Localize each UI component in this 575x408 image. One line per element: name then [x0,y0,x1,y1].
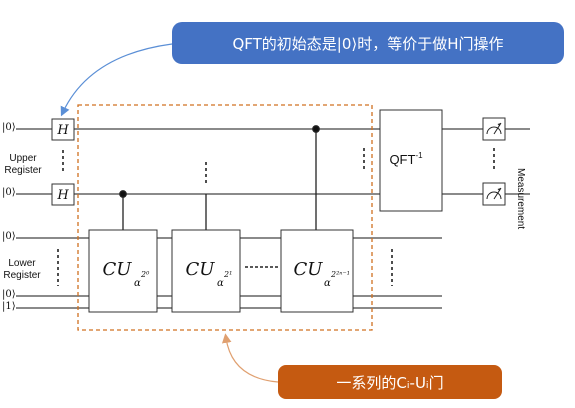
ket-lower-2: |0⟩ [2,289,16,300]
cu-gate-3: CU α 2²ⁿ⁻¹ [280,229,354,313]
cu-gate-1-exp: 2⁰ [140,270,150,279]
cu-gate-1-sub: α [134,278,141,289]
ket-lower-3: |1⟩ [2,301,16,312]
hadamard-gate-2: H [51,183,75,206]
measurement-meter-1 [482,117,506,141]
cu-gate-2-sub: α [217,278,224,289]
cu-gate-2: CU α 2¹ [171,229,241,313]
callout-cu-sequence: 一系列的Cᵢ-Uᵢ门 [278,365,502,399]
lower-register-label: Lower Register [3,258,41,281]
callout-qft-initial-state: QFT的初始态是|0⟩时，等价于做H门操作 [172,22,564,64]
cu-gate-2-exp: 2¹ [223,270,232,279]
ket-upper-2: |0⟩ [2,187,16,198]
control-lines [119,125,320,230]
cu-gate-2-base: CU [186,259,216,280]
inverse-qft-block: QFT-1 [379,109,443,212]
callout-bottom-arrow [221,333,279,383]
cu-gate-1: CU α 2⁰ [88,229,158,313]
measurement-meter-2 [482,182,506,206]
hadamard-gate-1-label: H [56,123,69,138]
ket-upper-1: |0⟩ [2,122,16,133]
cu-gate-3-exp: 2²ⁿ⁻¹ [330,270,350,279]
ket-lower-1: |0⟩ [2,231,16,242]
upper-register-label: Upper Register [4,153,42,176]
callout-top-text: QFT的初始态是|0⟩时，等价于做H门操作 [232,34,504,53]
callout-bottom-text: 一系列的Cᵢ-Uᵢ门 [336,373,444,392]
callout-top-arrow [60,43,173,117]
hadamard-gate-1: H [51,118,75,141]
qft-superscript: -1 [415,151,423,160]
measurement-label: Measurement [515,168,526,230]
cu-gate-3-sub: α [324,278,331,289]
control-dot-cu3 [312,125,320,133]
hadamard-gate-2-label: H [56,188,69,203]
cu-gate-3-base: CU [294,259,324,280]
qft-label: QFT [389,152,415,167]
control-dot-cu1 [119,190,127,198]
cu-gate-1-base: CU [103,259,133,280]
